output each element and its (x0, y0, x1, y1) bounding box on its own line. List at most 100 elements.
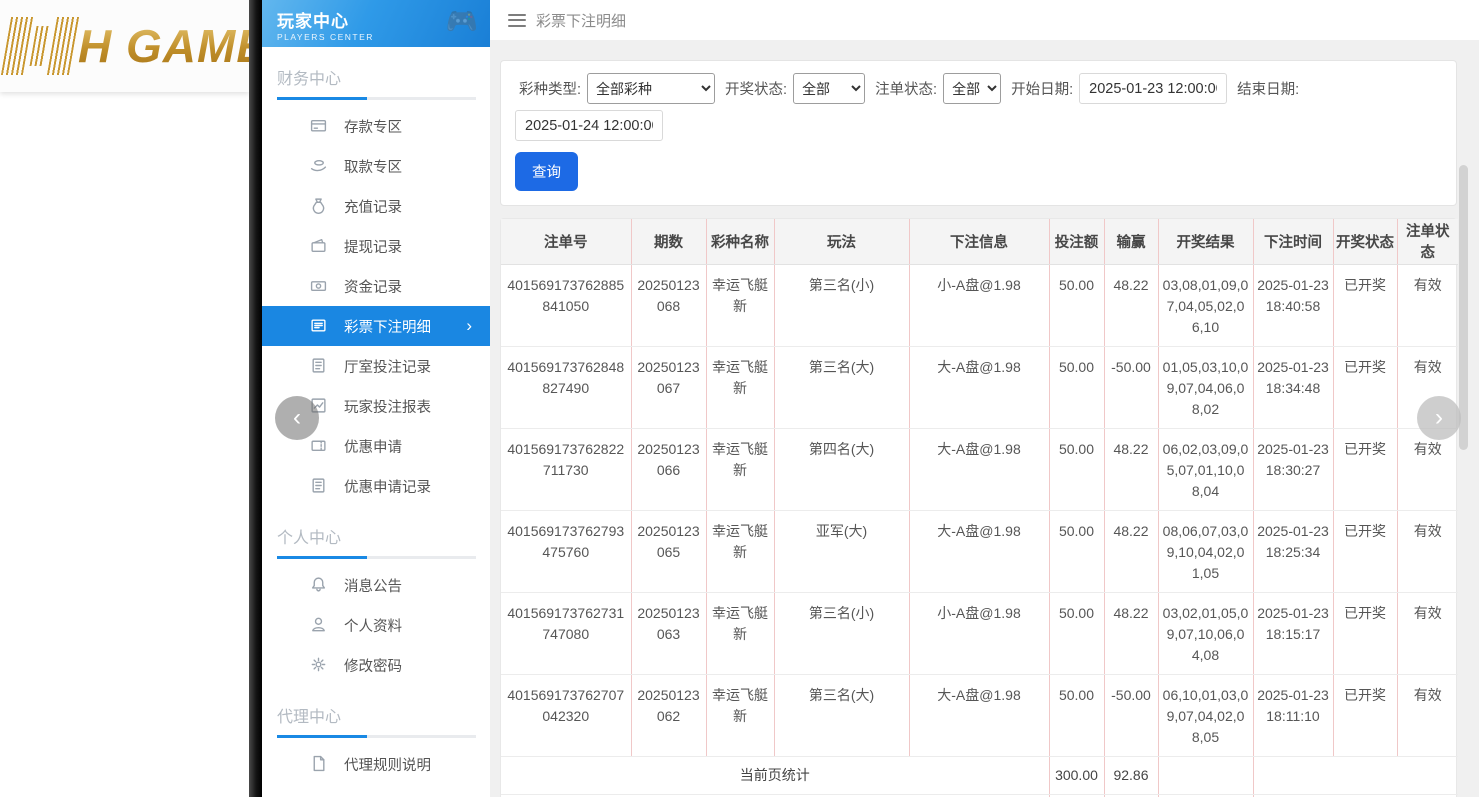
sidebar-item[interactable]: 个人资料 (262, 605, 490, 645)
sidebar-item[interactable]: 消息公告 (262, 565, 490, 605)
table-cell: 2025-01-23 18:40:58 (1253, 264, 1333, 346)
column-header: 彩种名称 (706, 219, 774, 264)
sidebar-item[interactable]: 代理团队统计 (262, 784, 490, 797)
column-header: 开奖结果 (1158, 219, 1253, 264)
table-cell: 48.22 (1104, 510, 1158, 592)
sidebar-item-label: 取款专区 (344, 156, 402, 177)
sidebar-item[interactable]: 彩票下注明细 › (262, 306, 490, 346)
sidebar-section-title: 财务中心 (262, 55, 490, 97)
table-cell: 大-A盘@1.98 (909, 346, 1049, 428)
page-title: 彩票下注明细 (536, 10, 626, 31)
table-cell: 小-A盘@1.98 (909, 264, 1049, 346)
table-cell: 已开奖 (1333, 510, 1397, 592)
table-cell: 20250123063 (631, 592, 706, 674)
topbar: 彩票下注明细 (490, 0, 1479, 40)
table-row: 40156917376279347576020250123065幸运飞艇新亚军(… (501, 510, 1458, 592)
table-cell: 幸运飞艇新 (706, 428, 774, 510)
expand-right-arrow-icon[interactable]: › (1417, 396, 1461, 440)
moneybag-icon (310, 197, 328, 215)
table-cell: -50.00 (1104, 674, 1158, 756)
table-cell: 50.00 (1049, 510, 1104, 592)
table-cell: 第三名(小) (774, 264, 909, 346)
table-cell: 20250123068 (631, 264, 706, 346)
sidebar-item-label: 代理团队统计 (344, 794, 431, 797)
summary-win-loss: 92.86 (1104, 756, 1158, 794)
table-cell: 20250123066 (631, 428, 706, 510)
filter-panel: 彩种类型: 全部彩种 开奖状态: 全部 注单状态: 全部 开始日期: 结束日期:… (500, 60, 1457, 206)
table-cell: 50.00 (1049, 592, 1104, 674)
table-body: 40156917376288584105020250123068幸运飞艇新第三名… (501, 264, 1458, 756)
table-cell: 有效 (1397, 510, 1458, 592)
column-header: 下注信息 (909, 219, 1049, 264)
sidebar-item[interactable]: 资金记录 (262, 266, 490, 306)
table-cell: 401569173762707042320 (501, 674, 631, 756)
gamepad-icon: 🎮 (446, 6, 478, 37)
sidebar-item-label: 个人资料 (344, 615, 402, 636)
table-cell: 已开奖 (1333, 674, 1397, 756)
page: H GAME 玩家中心 PLAYERS CENTER 🎮 财务中心存款专区取款专… (0, 0, 1479, 797)
start-date-label: 开始日期: (1011, 78, 1073, 99)
end-date-input[interactable] (515, 110, 663, 141)
logo-area: H GAME (0, 0, 249, 92)
main-content: 彩票下注明细 彩种类型: 全部彩种 开奖状态: 全部 注单状态: 全部 开始日期… (490, 0, 1479, 797)
sidebar-item[interactable]: 存款专区 (262, 106, 490, 146)
summary-empty-cell (1253, 756, 1458, 794)
column-header: 玩法 (774, 219, 909, 264)
sidebar-item-label: 消息公告 (344, 575, 402, 596)
sidebar-item-label: 修改密码 (344, 655, 402, 676)
sidebar-item-label: 彩票下注明细 (344, 316, 431, 337)
sidebar-item[interactable]: 厅室投注记录 (262, 346, 490, 386)
sidebar-section-underline (277, 97, 476, 100)
logo-text: H GAME (78, 19, 249, 73)
summary-row: 当前页统计300.0092.86 (501, 756, 1458, 794)
table-cell: 2025-01-23 18:34:48 (1253, 346, 1333, 428)
table-cell: 50.00 (1049, 264, 1104, 346)
sidebar-item-label: 厅室投注记录 (344, 356, 431, 377)
sidebar-item[interactable]: 修改密码 (262, 645, 490, 685)
sidebar-item-label: 代理规则说明 (344, 754, 431, 775)
funds-icon (310, 277, 328, 295)
sidebar-item[interactable]: 提现记录 (262, 226, 490, 266)
table-cell: 第三名(大) (774, 346, 909, 428)
table-row: 40156917376284882749020250123067幸运飞艇新第三名… (501, 346, 1458, 428)
sidebar-section-title: 代理中心 (262, 693, 490, 735)
sidebar-item[interactable]: 取款专区 (262, 146, 490, 186)
table-cell: 亚军(大) (774, 510, 909, 592)
table-cell: 有效 (1397, 674, 1458, 756)
sidebar-item-label: 充值记录 (344, 196, 402, 217)
table-cell: 幸运飞艇新 (706, 264, 774, 346)
lottery-type-select[interactable]: 全部彩种 (587, 73, 715, 104)
start-date-input[interactable] (1079, 73, 1227, 104)
table-cell: 20250123065 (631, 510, 706, 592)
sidebar-item[interactable]: 优惠申请记录 (262, 466, 490, 506)
table-cell: 已开奖 (1333, 264, 1397, 346)
bet-status-select[interactable]: 全部 (943, 73, 1001, 104)
table-row: 40156917376273174708020250123063幸运飞艇新第三名… (501, 592, 1458, 674)
table-cell: 20250123067 (631, 346, 706, 428)
search-button[interactable]: 查询 (515, 152, 578, 191)
lottery-type-label: 彩种类型: (519, 78, 581, 99)
sidebar-item[interactable]: 代理规则说明 (262, 744, 490, 784)
sidebar-section-title: 个人中心 (262, 514, 490, 556)
column-header: 输赢 (1104, 219, 1158, 264)
hamburger-menu-icon[interactable] (508, 14, 526, 27)
table-header-row: 注单号期数彩种名称玩法下注信息投注额输赢开奖结果下注时间开奖状态注单状态 (501, 219, 1458, 264)
table-cell: 50.00 (1049, 428, 1104, 510)
table-cell: 48.22 (1104, 264, 1158, 346)
vertical-scrollbar[interactable] (1459, 165, 1468, 450)
column-header: 开奖状态 (1333, 219, 1397, 264)
table-cell: 01,05,03,10,09,07,04,06,08,02 (1158, 346, 1253, 428)
chevron-right-icon: › (466, 316, 472, 336)
table-cell: 48.22 (1104, 428, 1158, 510)
column-header: 下注时间 (1253, 219, 1333, 264)
logo-panel: H GAME (0, 0, 249, 797)
table-cell: 2025-01-23 18:15:17 (1253, 592, 1333, 674)
sidebar-item-label: 优惠申请记录 (344, 476, 431, 497)
table-cell: 08,06,07,03,09,10,04,02,01,05 (1158, 510, 1253, 592)
table-cell: 已开奖 (1333, 428, 1397, 510)
sidebar-header: 玩家中心 PLAYERS CENTER 🎮 (262, 0, 490, 47)
draw-status-select[interactable]: 全部 (793, 73, 865, 104)
table-cell: 已开奖 (1333, 592, 1397, 674)
collapse-left-arrow-icon[interactable]: ‹ (275, 396, 319, 440)
sidebar-item[interactable]: 充值记录 (262, 186, 490, 226)
